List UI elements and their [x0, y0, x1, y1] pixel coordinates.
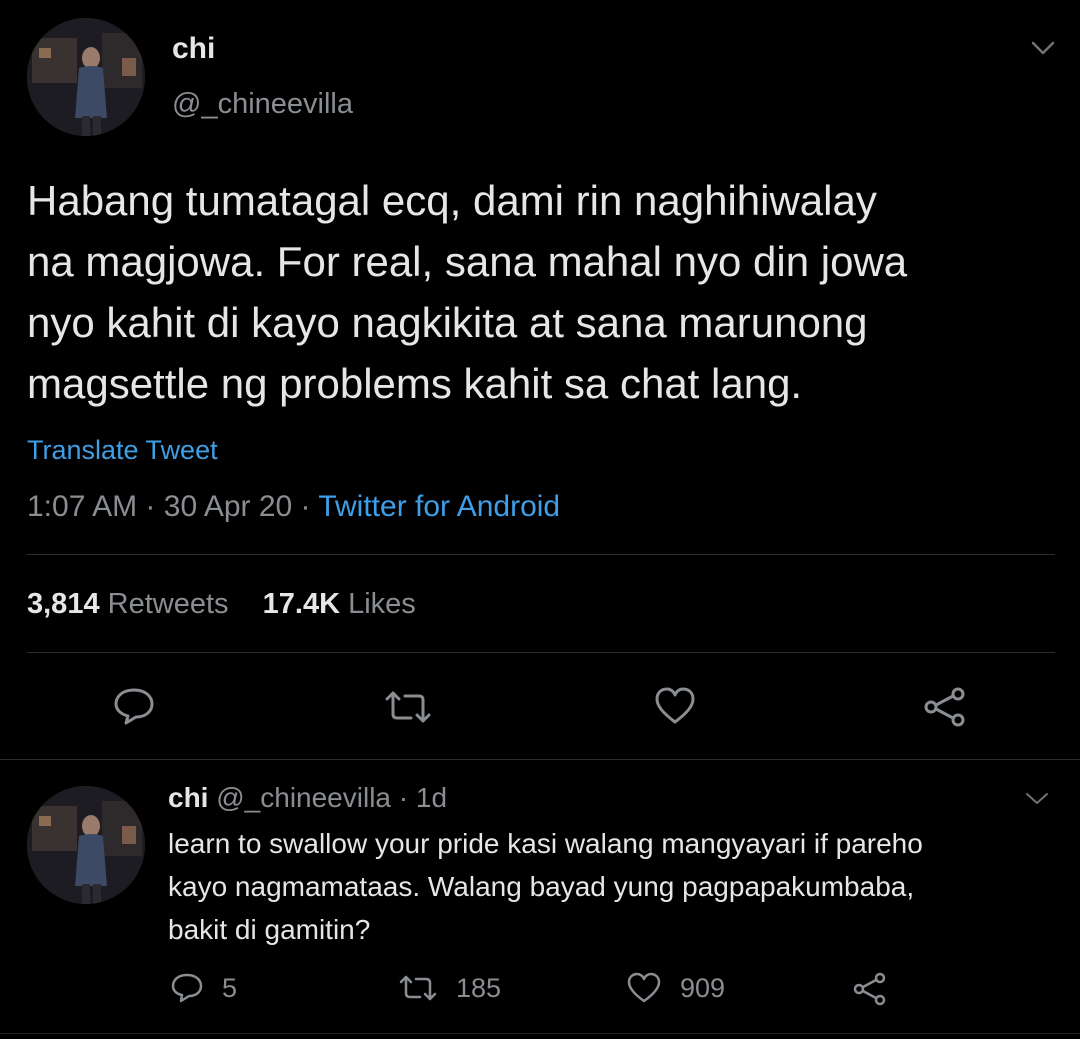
- reply-text-line: bakit di gamitin?: [168, 914, 371, 945]
- comment-icon: [170, 972, 204, 1004]
- tweet-text-line: magsettle ng problems kahit sa chat lang…: [27, 360, 803, 407]
- avatar-photo: [27, 786, 145, 904]
- like-count: 909: [680, 972, 726, 1003]
- divider: [27, 652, 1055, 653]
- retweets-count: 3,814: [27, 588, 100, 620]
- section-divider: [0, 759, 1080, 760]
- tweet-text: Habang tumatagal ecq, dami rin naghihiwa…: [27, 170, 1067, 414]
- likes-count: 17.4K: [262, 588, 341, 620]
- translate-tweet-link[interactable]: Translate Tweet: [27, 435, 218, 466]
- reply-author-handle[interactable]: @_chineevilla: [216, 782, 391, 813]
- reply-count: 5: [222, 972, 238, 1003]
- author-name[interactable]: chi: [172, 32, 215, 66]
- like-button[interactable]: 909: [626, 970, 725, 1006]
- retweet-count: 185: [456, 972, 502, 1003]
- likes-label: Likes: [348, 588, 416, 620]
- retweet-button[interactable]: 185: [398, 970, 501, 1006]
- reply-text: learn to swallow your pride kasi walang …: [168, 822, 1068, 951]
- likes-stat[interactable]: 17.4K Likes: [263, 588, 416, 620]
- avatar-photo: [27, 18, 145, 136]
- tweet-date: 30 Apr 20: [163, 490, 293, 523]
- comment-icon[interactable]: [112, 686, 156, 726]
- author-handle[interactable]: @_chineevilla: [172, 88, 353, 121]
- retweets-label: Retweets: [107, 588, 229, 620]
- tweet-source-link[interactable]: Twitter for Android: [318, 490, 560, 523]
- reply-author-name[interactable]: chi: [168, 782, 208, 813]
- chevron-down-icon[interactable]: [1024, 790, 1050, 808]
- chevron-down-icon[interactable]: [1030, 38, 1056, 58]
- author-avatar[interactable]: [27, 18, 145, 136]
- heart-icon: [626, 972, 662, 1004]
- retweet-icon[interactable]: [383, 690, 433, 724]
- tweet-meta: 1:07 AM · 30 Apr 20 · Twitter for Androi…: [27, 490, 560, 524]
- bottom-divider: [0, 1033, 1080, 1034]
- reply-age: 1d: [415, 782, 448, 813]
- reply-text-line: kayo nagmamataas. Walang bayad yung pagp…: [168, 871, 915, 902]
- reply-text-line: learn to swallow your pride kasi walang …: [168, 828, 923, 859]
- share-icon[interactable]: [922, 686, 968, 728]
- tweet-text-line: Habang tumatagal ecq, dami rin naghihiwa…: [27, 177, 877, 224]
- meta-separator: ·: [398, 782, 409, 813]
- tweet-stats: 3,814 Retweets 17.4K Likes: [27, 588, 416, 621]
- tweet-time: 1:07 AM: [27, 490, 138, 523]
- meta-separator: ·: [300, 490, 311, 523]
- reply-author-avatar[interactable]: [27, 786, 145, 904]
- share-icon[interactable]: [852, 972, 888, 1006]
- meta-separator: ·: [145, 490, 156, 523]
- retweet-icon: [398, 974, 438, 1002]
- divider: [27, 554, 1055, 555]
- reply-button[interactable]: 5: [170, 970, 237, 1006]
- tweet-text-line: na magjowa. For real, sana mahal nyo din…: [27, 238, 908, 285]
- tweet-text-line: nyo kahit di kayo nagkikita at sana maru…: [27, 299, 868, 346]
- retweets-stat[interactable]: 3,814 Retweets: [27, 588, 237, 620]
- heart-icon[interactable]: [653, 686, 697, 726]
- reply-header: chi @_chineevilla · 1d: [168, 782, 447, 814]
